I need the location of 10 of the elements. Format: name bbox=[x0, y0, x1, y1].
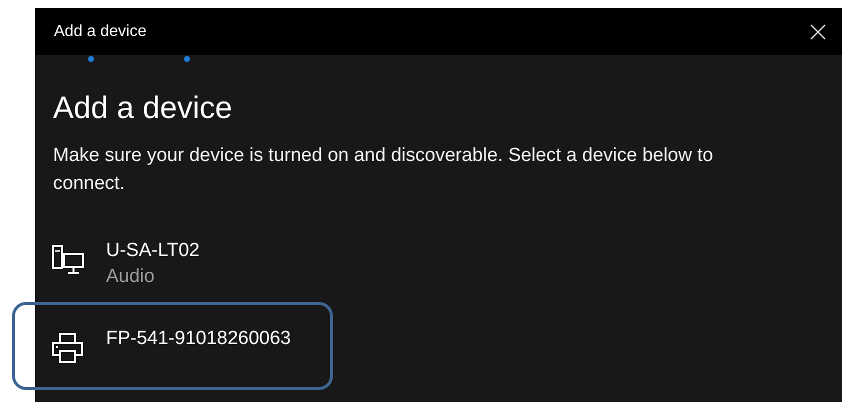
printer-icon bbox=[52, 333, 84, 364]
device-type: Audio bbox=[106, 265, 156, 290]
instructions-text: Make sure your device is turned on and discoverable. Select a device below to connect. bbox=[53, 144, 714, 196]
device-name[interactable]: U-SA-LT02 bbox=[106, 238, 200, 264]
device-name[interactable]: FP-541-91018260063 bbox=[106, 326, 291, 352]
page-heading: Add a device bbox=[53, 89, 234, 126]
window-title: Add a device bbox=[54, 22, 147, 42]
progress-dot bbox=[88, 56, 94, 62]
progress-dot bbox=[184, 56, 190, 62]
computer-icon bbox=[52, 245, 84, 276]
